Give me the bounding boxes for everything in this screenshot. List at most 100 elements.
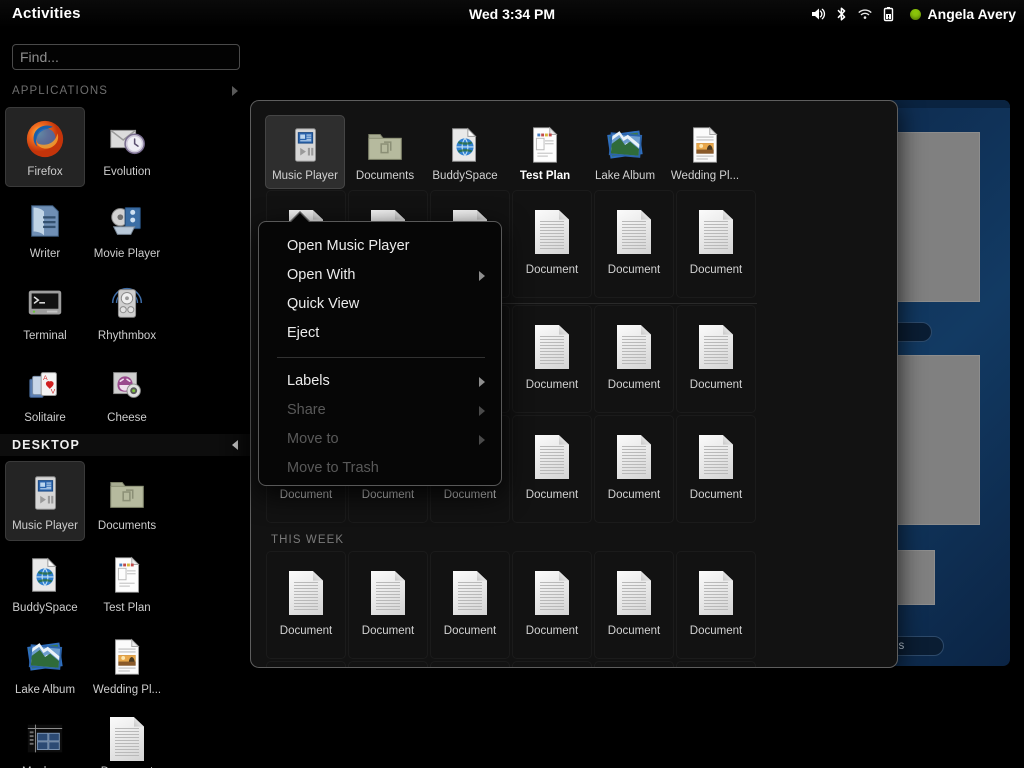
app-item[interactable]: Cheese (87, 353, 167, 433)
solitaire-icon: AV (22, 362, 68, 408)
document-icon (612, 204, 656, 260)
menu-item-label: Share (287, 396, 326, 425)
battery-icon[interactable] (882, 6, 895, 22)
document-icon (104, 716, 150, 762)
overlay-top-item[interactable]: Wedding Pl... (665, 115, 745, 189)
desktop-item[interactable]: Wedding Pl... (87, 625, 167, 705)
overlay-top-item[interactable]: Lake Album (585, 115, 665, 189)
chevron-right-icon[interactable] (232, 86, 238, 96)
document-item[interactable]: Document (430, 551, 510, 659)
test-plan-icon (104, 552, 150, 598)
svg-text:V: V (51, 389, 56, 396)
document-item[interactable]: Document (512, 551, 592, 659)
volume-icon[interactable] (810, 6, 826, 22)
document-item[interactable]: Document (676, 190, 756, 298)
app-item[interactable]: AVSolitaire (5, 353, 85, 433)
desktop-item[interactable]: Lake Album (5, 625, 85, 705)
applications-section-header[interactable]: Applications (0, 80, 252, 102)
movie-player-icon (104, 198, 150, 244)
app-item[interactable]: Movie Player (87, 189, 167, 269)
bluetooth-icon[interactable] (835, 6, 848, 22)
document-item[interactable]: Document (676, 551, 756, 659)
desktop-item[interactable]: BuddySpace (5, 543, 85, 623)
menu-item-labels[interactable]: Labels (259, 367, 501, 396)
applications-section-title: Applications (12, 85, 108, 97)
document-icon (284, 565, 328, 621)
photo-album-icon (22, 634, 68, 680)
context-menu: Open Music PlayerOpen WithQuick ViewEjec… (258, 221, 502, 486)
document-icon (530, 565, 574, 621)
mockups-icon (22, 716, 68, 762)
menu-item-eject[interactable]: Eject (259, 319, 501, 348)
desktop-item[interactable]: Document (87, 707, 167, 768)
document-item[interactable]: Document (594, 190, 674, 298)
menu-item-move-to: Move to (259, 425, 501, 454)
overlay-top-item-label: Wedding Pl... (671, 170, 739, 182)
user-name-label: Angela Avery (928, 6, 1016, 22)
section-header-this-week: This Week (265, 524, 761, 550)
app-item[interactable]: Evolution (87, 107, 167, 187)
menu-item-quick-view[interactable]: Quick View (259, 290, 501, 319)
folder-icon (104, 470, 150, 516)
document-item[interactable] (676, 661, 756, 667)
user-menu[interactable]: Angela Avery (904, 6, 1016, 22)
menu-item-label: Quick View (287, 290, 359, 319)
document-item[interactable]: Document (512, 415, 592, 523)
buddyspace-icon (22, 552, 68, 598)
document-item[interactable]: Document (676, 415, 756, 523)
wifi-icon[interactable] (857, 6, 873, 22)
desktop-section-header[interactable]: Desktop (0, 434, 252, 456)
chevron-left-icon[interactable] (232, 440, 238, 450)
document-item-label: Document (362, 489, 414, 501)
desktop-item[interactable]: Mockups (5, 707, 85, 768)
search-input[interactable] (12, 44, 240, 70)
desktop-item-label: BuddySpace (12, 602, 77, 614)
document-item-label: Document (608, 264, 660, 276)
menu-item-move-to-trash: Move to Trash (259, 454, 501, 483)
document-item-label: Document (526, 625, 578, 637)
document-item[interactable]: Document (266, 551, 346, 659)
desktop-item[interactable]: Test Plan (87, 543, 167, 623)
document-icon (530, 429, 574, 485)
svg-text:A: A (43, 375, 48, 382)
document-item[interactable] (512, 661, 592, 667)
menu-item-open-music-player[interactable]: Open Music Player (259, 232, 501, 261)
document-item[interactable]: Document (512, 305, 592, 413)
document-item[interactable] (348, 661, 428, 667)
menu-item-label: Move to Trash (287, 454, 379, 483)
document-item[interactable] (594, 661, 674, 667)
documents-row (265, 660, 761, 667)
menu-item-open-with[interactable]: Open With (259, 261, 501, 290)
document-item-label: Document (690, 379, 742, 391)
app-item[interactable]: Firefox (5, 107, 85, 187)
evolution-icon (104, 116, 150, 162)
document-item[interactable]: Document (594, 305, 674, 413)
document-item-label: Document (690, 489, 742, 501)
overlay-top-item[interactable]: Documents (345, 115, 425, 189)
desktop-item[interactable]: Music Player (5, 461, 85, 541)
document-item[interactable]: Document (594, 551, 674, 659)
document-item[interactable]: Document (512, 190, 592, 298)
document-item[interactable] (266, 661, 346, 667)
document-item[interactable]: Document (348, 551, 428, 659)
desktop-section-title: Desktop (12, 438, 80, 452)
music-player-icon (283, 123, 327, 167)
app-item[interactable]: Rhythmbox (87, 271, 167, 351)
app-item[interactable]: Writer (5, 189, 85, 269)
app-item[interactable]: Terminal (5, 271, 85, 351)
document-item[interactable] (430, 661, 510, 667)
terminal-icon (22, 280, 68, 326)
overlay-top-item[interactable]: Test Plan (505, 115, 585, 189)
document-item[interactable]: Document (594, 415, 674, 523)
desktop-item-label: Music Player (12, 520, 78, 532)
overlay-top-item[interactable]: BuddySpace (425, 115, 505, 189)
document-item[interactable]: Document (676, 305, 756, 413)
menu-item-label: Open With (287, 261, 356, 290)
music-player-icon (22, 470, 68, 516)
desktop-item[interactable]: Documents (87, 461, 167, 541)
overlay-top-item[interactable]: Music Player (265, 115, 345, 189)
submenu-arrow-icon (479, 271, 485, 281)
overlay-top-items: Music PlayerDocumentsBuddySpaceTest Plan… (251, 101, 897, 189)
menu-item-share: Share (259, 396, 501, 425)
background-window[interactable]: ect o Albums (880, 100, 1010, 666)
